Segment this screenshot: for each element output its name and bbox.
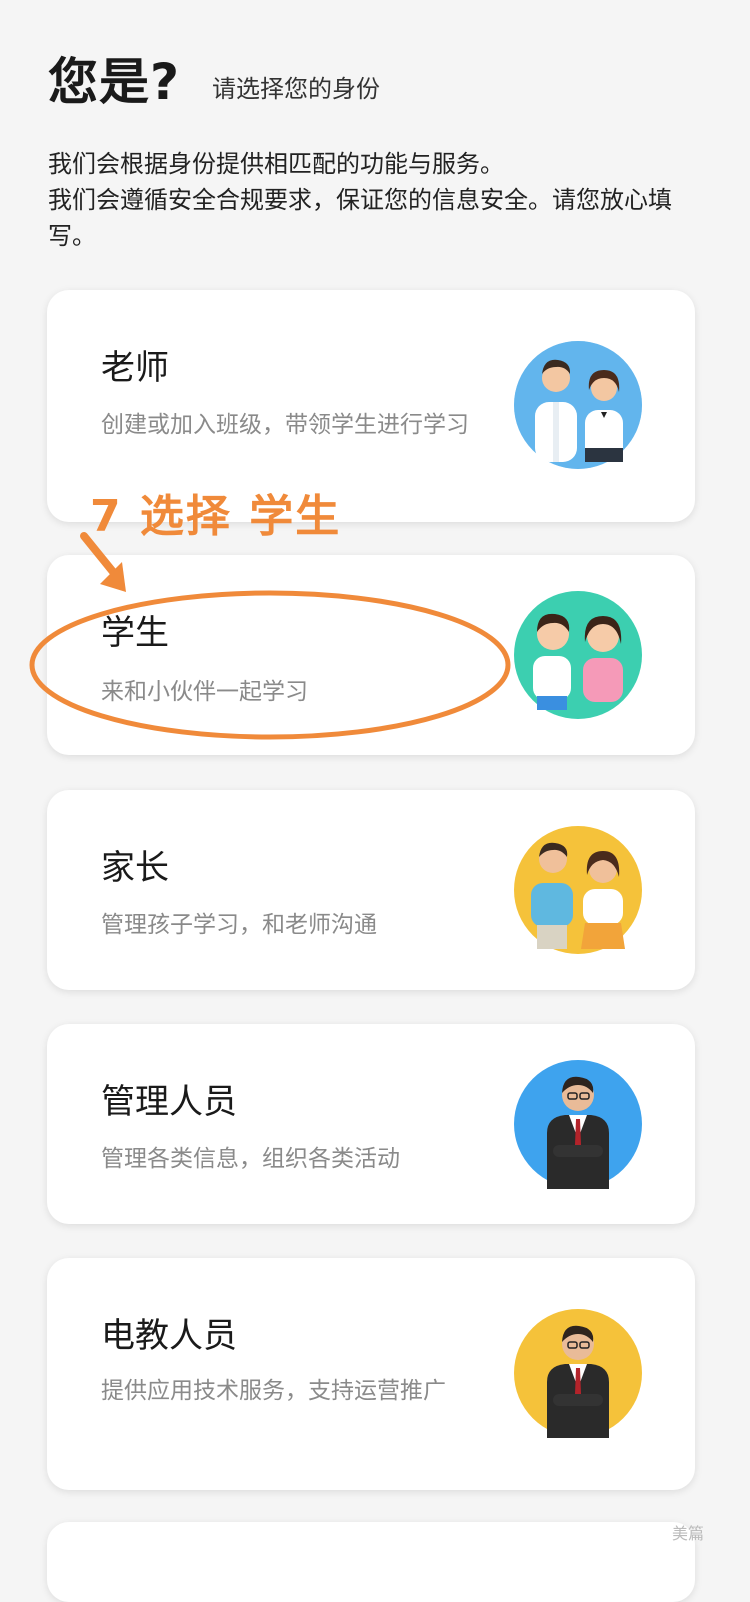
- parents-avatar-icon: [514, 826, 642, 954]
- teacher-couple-avatar-icon: [514, 341, 642, 469]
- role-title: 电教人员: [101, 1316, 237, 1356]
- students-avatar-icon: [514, 591, 642, 719]
- page-title: 您是?: [48, 53, 181, 111]
- role-description: 管理各类信息，组织各类活动: [101, 1146, 400, 1172]
- role-description: 来和小伙伴一起学习: [101, 679, 308, 705]
- role-card-parent[interactable]: 家长 管理孩子学习，和老师沟通: [47, 790, 695, 990]
- page-subtitle: 请选择您的身份: [212, 75, 381, 103]
- watermark: 美篇: [672, 1524, 705, 1543]
- intro-text: 我们会根据身份提供相匹配的功能与服务。 我们会遵循安全合规要求，保证您的信息安全…: [48, 146, 708, 254]
- role-card-administrator[interactable]: 管理人员 管理各类信息，组织各类活动: [47, 1024, 695, 1224]
- edu-tech-staff-avatar-icon: [514, 1309, 642, 1438]
- role-title: 学生: [101, 613, 169, 653]
- administrator-avatar-icon: [514, 1060, 642, 1189]
- header: 您是? 请选择您的身份: [48, 52, 708, 112]
- tutorial-annotation: 7 选择 学生: [90, 491, 342, 542]
- role-description: 管理孩子学习，和老师沟通: [101, 912, 377, 938]
- intro-line-1: 我们会根据身份提供相匹配的功能与服务。: [48, 150, 504, 178]
- role-title: 家长: [101, 848, 169, 888]
- role-description: 创建或加入班级，带领学生进行学习: [101, 412, 469, 438]
- role-description: 提供应用技术服务，支持运营推广: [101, 1378, 446, 1404]
- role-card-edu-tech[interactable]: 电教人员 提供应用技术服务，支持运营推广: [47, 1258, 695, 1490]
- intro-line-2: 我们会遵循安全合规要求，保证您的信息安全。请您放心填写。: [48, 186, 672, 250]
- role-card-partial[interactable]: [47, 1522, 695, 1602]
- title-row: 您是? 请选择您的身份: [48, 52, 708, 112]
- role-card-student[interactable]: 学生 来和小伙伴一起学习: [47, 555, 695, 755]
- role-title: 老师: [101, 348, 169, 388]
- role-title: 管理人员: [101, 1082, 237, 1122]
